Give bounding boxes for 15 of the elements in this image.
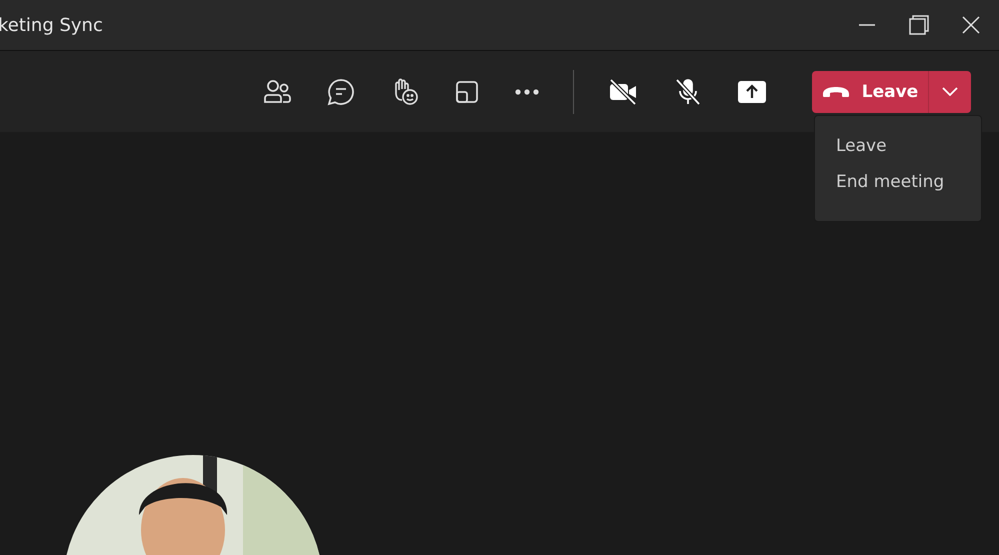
caret-icon <box>942 87 958 96</box>
leave-button[interactable]: Leave <box>812 70 928 112</box>
window-icon[interactable] <box>455 80 479 104</box>
more-icon[interactable] <box>515 88 539 94</box>
microphone-icon[interactable] <box>674 78 702 106</box>
camera-icon[interactable] <box>608 78 638 106</box>
share-screen-icon[interactable] <box>738 80 766 102</box>
phone-hangup-icon <box>822 86 850 98</box>
menu-item[interactable]: Leave <box>815 128 981 164</box>
people-icon[interactable] <box>263 78 291 104</box>
close-icon[interactable] <box>962 16 980 34</box>
chat-icon[interactable] <box>327 78 355 106</box>
restore-icon[interactable] <box>909 15 929 35</box>
window-title: keting Sync <box>0 14 103 36</box>
menu-item[interactable]: End meeting <box>815 164 981 200</box>
